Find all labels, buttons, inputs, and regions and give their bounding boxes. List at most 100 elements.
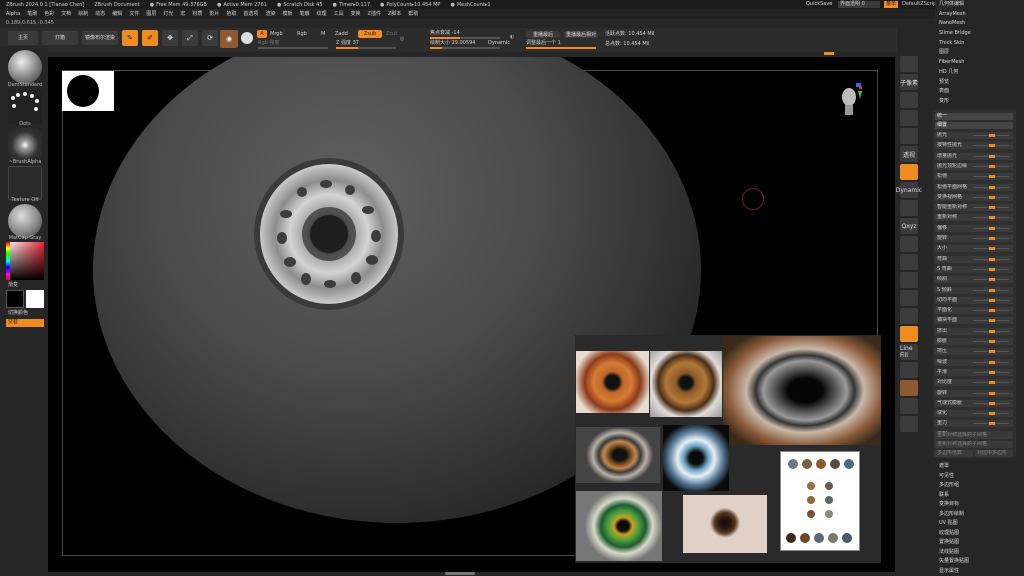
- navigation-thumbnail[interactable]: [62, 71, 114, 111]
- submenu-item[interactable]: 表面: [935, 87, 1024, 97]
- focal-shift-track[interactable]: [430, 37, 500, 39]
- submenu-item[interactable]: Thick Skin: [935, 39, 1024, 49]
- mrgb-button[interactable]: Mrgb: [270, 31, 283, 37]
- lower-menu-item[interactable]: 多边形组: [935, 481, 1024, 491]
- deformation-row[interactable]: 镇块平面: [935, 317, 1013, 325]
- menu-item[interactable]: 笔刷: [27, 11, 37, 17]
- palette-subheader[interactable]: 细置: [935, 122, 1013, 129]
- deformation-row[interactable]: 平面化: [935, 307, 1013, 315]
- lower-menu-item[interactable]: 多边形绘制: [935, 510, 1024, 520]
- deformation-slider[interactable]: [973, 329, 1009, 333]
- right-tool-button[interactable]: [900, 164, 918, 180]
- submenu-item[interactable]: NanoMesh: [935, 19, 1024, 29]
- menu-item[interactable]: 编辑: [112, 11, 122, 17]
- right-tool-button[interactable]: [900, 56, 918, 72]
- deformation-row[interactable]: 气球式膨胀: [935, 399, 1013, 407]
- deformation-row[interactable]: 旋转: [935, 389, 1013, 397]
- menu-item[interactable]: 笔触: [299, 11, 309, 17]
- deformation-row[interactable]: 偏移: [935, 224, 1013, 232]
- menu-item[interactable]: 绘制: [78, 11, 88, 17]
- deformation-row[interactable]: S 弯曲: [935, 265, 1013, 273]
- material-thumbnail[interactable]: [8, 204, 42, 238]
- reference-eye-6[interactable]: [576, 491, 662, 561]
- zcut-button[interactable]: Zcut: [386, 31, 397, 37]
- lower-menu-item[interactable]: 矢量置换贴图: [935, 557, 1024, 567]
- stroke-thumbnail[interactable]: [8, 90, 42, 124]
- submenu-item[interactable]: Slime Bridge: [935, 29, 1024, 39]
- reference-eye-5[interactable]: [663, 425, 729, 491]
- iris-sculpt[interactable]: [260, 164, 398, 304]
- reference-eye-4[interactable]: [576, 427, 660, 483]
- menu-item[interactable]: 纹理: [316, 11, 326, 17]
- menu-item[interactable]: 宏: [180, 11, 185, 17]
- right-tool-button[interactable]: [900, 326, 918, 342]
- deformation-slider[interactable]: [973, 247, 1009, 251]
- submenu-item[interactable]: 变形: [935, 97, 1024, 107]
- right-tool-button[interactable]: Dynamic: [896, 182, 922, 198]
- deformation-slider[interactable]: [973, 185, 1009, 189]
- home-button[interactable]: 主页: [8, 31, 38, 45]
- menu-item[interactable]: 工具: [334, 11, 344, 17]
- draw-tool-button[interactable]: ✐: [142, 30, 158, 46]
- deformation-slider[interactable]: [973, 257, 1009, 261]
- alternate-button[interactable]: 交替: [6, 319, 44, 327]
- reference-eye-1[interactable]: [576, 351, 649, 413]
- lightbox-button[interactable]: 灯箱: [42, 31, 78, 45]
- alpha-thumbnail[interactable]: [8, 128, 42, 162]
- deformation-row[interactable]: 球化: [935, 410, 1013, 418]
- transparency-slider[interactable]: 界面透明 0: [838, 1, 880, 8]
- right-tool-button[interactable]: Line Fill: [900, 344, 918, 360]
- default-zscript[interactable]: DefaultZScript: [902, 1, 938, 7]
- switch-color-button[interactable]: 切换颜色: [8, 310, 28, 316]
- menu-item[interactable]: Alpha: [6, 11, 20, 17]
- reference-image-panel[interactable]: [575, 335, 881, 563]
- deformation-row[interactable]: 增量抛光: [935, 152, 1013, 160]
- zsub-button[interactable]: Zsub: [358, 30, 382, 38]
- quicksave-button[interactable]: QuickSave: [806, 1, 832, 7]
- deformation-slider[interactable]: [973, 422, 1009, 426]
- brush-radius-icon[interactable]: ◎: [400, 36, 404, 42]
- submenu-item[interactable]: 图层: [935, 48, 1024, 58]
- deformation-slider[interactable]: [973, 206, 1009, 210]
- orientation-head-widget[interactable]: [840, 83, 862, 119]
- deformation-row[interactable]: 膨胀: [935, 338, 1013, 345]
- right-tool-button[interactable]: [900, 416, 918, 432]
- scale-tool-button[interactable]: ⤢: [182, 30, 198, 46]
- zadd-button[interactable]: Zadd: [335, 31, 348, 37]
- deformation-row[interactable]: 按特性抛光: [935, 142, 1013, 150]
- submenu-item[interactable]: HD 几何: [935, 68, 1024, 78]
- right-tool-button[interactable]: [900, 398, 918, 414]
- submenu-item[interactable]: 预览: [935, 78, 1024, 88]
- submenu-item[interactable]: FiberMesh: [935, 58, 1024, 68]
- right-tool-button[interactable]: [900, 200, 918, 216]
- menu-item[interactable]: 灯光: [163, 11, 173, 17]
- menu-item[interactable]: 文件: [129, 11, 139, 17]
- right-tool-button[interactable]: 透视: [900, 146, 918, 162]
- deformation-slider[interactable]: [973, 278, 1009, 282]
- deformation-row[interactable]: 松弛: [935, 173, 1013, 181]
- deformation-slider[interactable]: [973, 381, 1009, 385]
- menu-item[interactable]: 文档: [61, 11, 71, 17]
- right-tool-button[interactable]: [900, 236, 918, 252]
- reference-eye-chart[interactable]: [780, 451, 860, 551]
- menu-item[interactable]: 动态: [95, 11, 105, 17]
- menus-button[interactable]: 菜单: [884, 1, 898, 8]
- deformation-slider[interactable]: [973, 175, 1009, 179]
- deformation-slider[interactable]: [973, 216, 1009, 220]
- deformation-slider[interactable]: [973, 134, 1009, 137]
- deformation-row[interactable]: 噪波: [935, 358, 1013, 366]
- right-tool-button[interactable]: [900, 272, 918, 288]
- right-tool-button[interactable]: 子像素: [900, 74, 918, 90]
- lower-menu-item[interactable]: UV 贴图: [935, 519, 1024, 529]
- rgb-button[interactable]: Rgb: [297, 31, 307, 37]
- deformation-slider[interactable]: [973, 288, 1009, 292]
- deformation-slider[interactable]: [973, 412, 1009, 416]
- lower-menu-item[interactable]: 遮罩: [935, 462, 1024, 472]
- reference-eye-3[interactable]: [723, 336, 881, 445]
- reference-eye-7[interactable]: [683, 495, 767, 553]
- menu-item[interactable]: 影片: [209, 11, 219, 17]
- deformation-row[interactable]: 旋转: [935, 235, 1013, 242]
- lower-menu-item[interactable]: 可见性: [935, 472, 1024, 482]
- deformation-row[interactable]: 平滑: [935, 368, 1013, 376]
- deformation-slider[interactable]: [973, 350, 1009, 354]
